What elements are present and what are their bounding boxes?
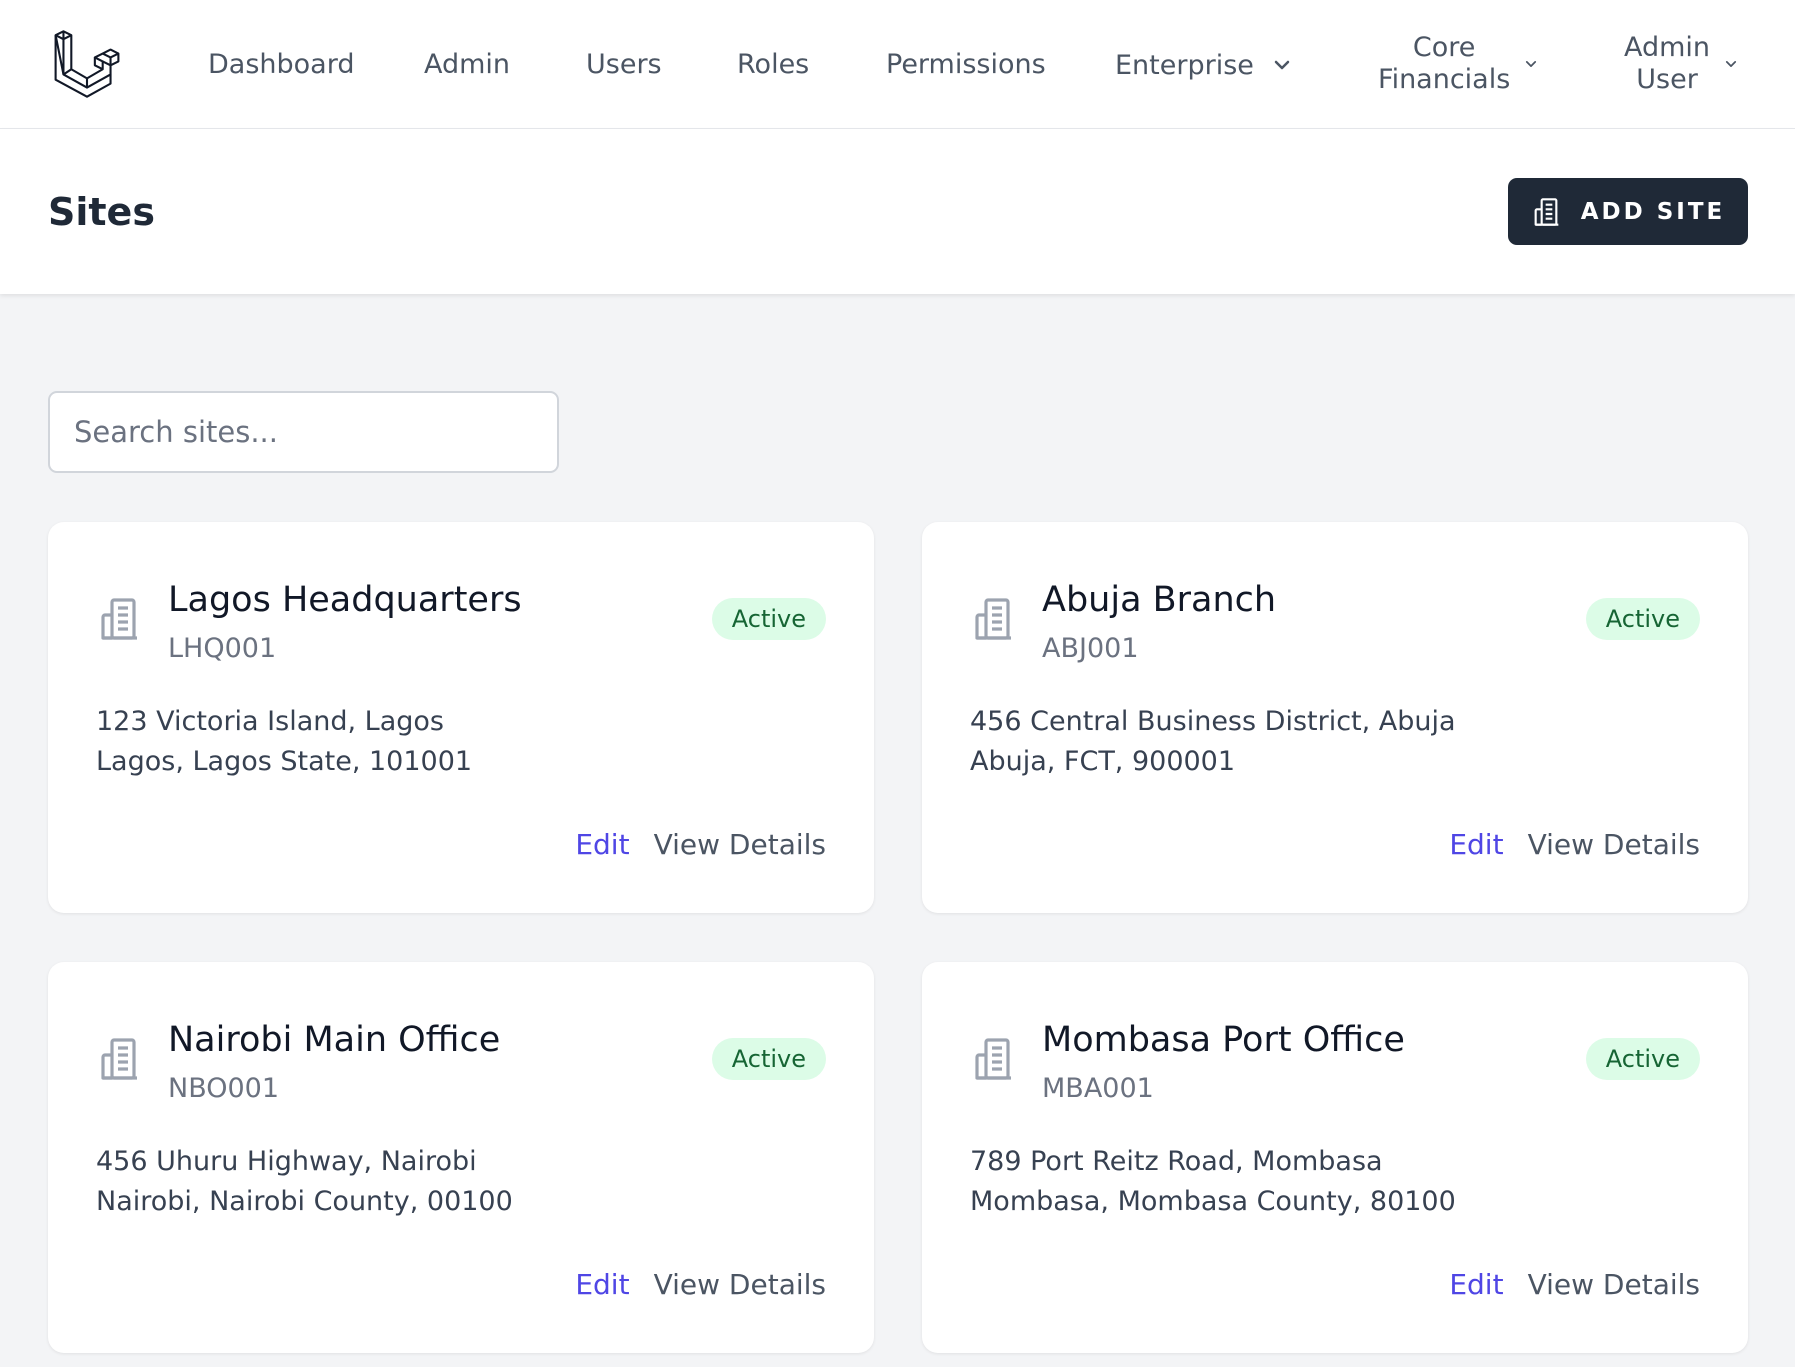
address-line1: 456 Uhuru Highway, Nairobi [96, 1146, 477, 1177]
site-card: Mombasa Port Office MBA001 Active 789 Po… [922, 962, 1748, 1353]
view-details-link[interactable]: View Details [1528, 1268, 1700, 1302]
site-address: 456 Uhuru Highway, Nairobi Nairobi, Nair… [96, 1142, 513, 1222]
user-menu-label: Admin User [1624, 32, 1710, 96]
view-details-link[interactable]: View Details [654, 828, 826, 862]
card-actions: Edit View Details [575, 1268, 826, 1302]
building-icon [101, 1038, 137, 1080]
site-name: Nairobi Main Office [168, 1020, 501, 1060]
building-icon [1534, 197, 1559, 226]
top-nav: Dashboard Admin Users Roles Permissions … [0, 0, 1795, 129]
address-line1: 123 Victoria Island, Lagos [96, 706, 444, 737]
site-code: ABJ001 [1042, 633, 1139, 664]
chevron-down-icon [1526, 61, 1537, 67]
address-line1: 456 Central Business District, Abuja [970, 706, 1456, 737]
page-header: Sites ADD SITE [0, 129, 1795, 294]
chevron-down-icon [1725, 61, 1737, 67]
address-line1: 789 Port Reitz Road, Mombasa [970, 1146, 1383, 1177]
nav-roles[interactable]: Roles [737, 48, 809, 82]
edit-link[interactable]: Edit [575, 828, 629, 862]
status-badge: Active [711, 598, 826, 640]
site-card: Nairobi Main Office NBO001 Active 456 Uh… [48, 962, 874, 1353]
site-card: Lagos Headquarters LHQ001 Active 123 Vic… [48, 522, 874, 913]
status-badge: Active [711, 1038, 826, 1080]
page-title: Sites [48, 190, 155, 234]
search-input[interactable] [48, 391, 559, 473]
nav-admin[interactable]: Admin [424, 48, 510, 82]
address-line2: Lagos, Lagos State, 101001 [96, 746, 473, 777]
building-icon [975, 1038, 1011, 1080]
site-name: Abuja Branch [1042, 580, 1277, 620]
nav-permissions[interactable]: Permissions [886, 48, 1046, 82]
edit-link[interactable]: Edit [1449, 1268, 1503, 1302]
app-logo[interactable] [52, 30, 122, 98]
add-site-label: ADD SITE [1580, 198, 1726, 225]
card-actions: Edit View Details [1449, 1268, 1700, 1302]
user-menu-dropdown[interactable]: Admin User [1624, 32, 1738, 96]
site-address: 456 Central Business District, Abuja Abu… [970, 702, 1456, 782]
status-badge: Active [1585, 598, 1700, 640]
nav-enterprise-dropdown[interactable]: Enterprise [1115, 46, 1292, 84]
building-icon [101, 598, 137, 640]
nav-dashboard[interactable]: Dashboard [208, 48, 354, 82]
nav-core-line1: Core [1412, 32, 1476, 63]
status-badge: Active [1585, 1038, 1700, 1080]
address-line2: Abuja, FCT, 900001 [970, 746, 1236, 777]
nav-core-line2: Financials [1378, 64, 1511, 95]
chevron-down-icon [1274, 60, 1290, 70]
add-site-button[interactable]: ADD SITE [1508, 178, 1748, 245]
user-name-line1: Admin [1624, 32, 1711, 63]
site-code: LHQ001 [168, 633, 277, 664]
building-icon [975, 598, 1011, 640]
site-code: NBO001 [168, 1073, 280, 1104]
view-details-link[interactable]: View Details [1528, 828, 1700, 862]
site-code: MBA001 [1042, 1073, 1154, 1104]
nav-core-financials-dropdown[interactable]: Core Financials [1378, 32, 1538, 96]
card-actions: Edit View Details [1449, 828, 1700, 862]
edit-link[interactable]: Edit [575, 1268, 629, 1302]
site-address: 123 Victoria Island, Lagos Lagos, Lagos … [96, 702, 472, 782]
site-card: Abuja Branch ABJ001 Active 456 Central B… [922, 522, 1748, 913]
address-line2: Nairobi, Nairobi County, 00100 [96, 1186, 513, 1217]
nav-core-financials-label: Core Financials [1378, 32, 1510, 96]
edit-link[interactable]: Edit [1449, 828, 1503, 862]
site-address: 789 Port Reitz Road, Mombasa Mombasa, Mo… [970, 1142, 1456, 1222]
user-name-line2: User [1636, 64, 1698, 95]
site-name: Lagos Headquarters [168, 580, 522, 620]
view-details-link[interactable]: View Details [654, 1268, 826, 1302]
address-line2: Mombasa, Mombasa County, 80100 [970, 1186, 1456, 1217]
card-actions: Edit View Details [575, 828, 826, 862]
nav-enterprise-label: Enterprise [1115, 49, 1254, 81]
nav-users[interactable]: Users [586, 48, 662, 82]
site-name: Mombasa Port Office [1042, 1020, 1405, 1060]
